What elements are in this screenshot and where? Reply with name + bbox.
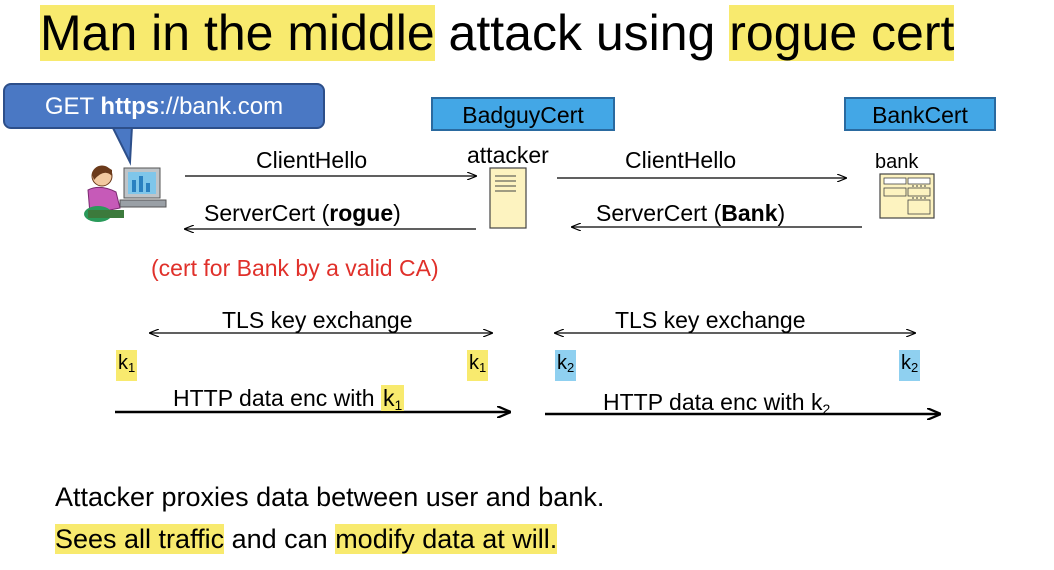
attacker-label: attacker [467, 142, 549, 168]
bank-building-icon [879, 173, 935, 219]
user-icon [84, 165, 167, 222]
speech-bubble: GET https://bank.com [3, 83, 325, 129]
server-cert-left-suffix: ) [393, 200, 401, 226]
server-cert-right-suffix: ) [777, 200, 786, 226]
key-subscript: 2 [911, 360, 919, 375]
key-letter: k [469, 352, 479, 374]
client-hello-right-label: ClientHello [625, 147, 737, 173]
key-k1-user: k1 [116, 350, 138, 381]
bottom-line-2: Sees all traffic and can modify data at … [55, 521, 558, 557]
tls-right-label: TLS key exchange [615, 307, 806, 333]
server-cert-left-label: ServerCert (rogue) [204, 199, 401, 227]
http-right-text: HTTP data enc with k [603, 389, 823, 415]
rogue-cert-note: (cert for Bank by a valid CA) [151, 255, 439, 281]
http-left-label: HTTP data enc with k1 [173, 384, 405, 419]
bank-cert-box: BankCert [844, 97, 996, 131]
bottom-highlight-traffic: Sees all traffic [55, 524, 225, 554]
http-left-text: HTTP data enc with [173, 385, 381, 411]
bottom-middle: and can [224, 524, 336, 554]
bubble-url: ://bank.com [159, 93, 284, 120]
bubble-prefix: GET [44, 93, 101, 120]
bubble-https: https [100, 93, 160, 120]
client-hello-left-label: ClientHello [256, 147, 368, 173]
bank-label: bank [875, 151, 919, 173]
key-k1-attacker: k1 [467, 350, 489, 381]
key-letter: k [382, 385, 395, 411]
key-k2-bank: k2 [899, 350, 921, 381]
key-subscript: 1 [394, 397, 403, 413]
badguy-cert-box: BadguyCert [431, 97, 615, 131]
http-left-key: k1 [380, 385, 405, 413]
key-k2-attacker: k2 [555, 350, 577, 381]
key-letter: k [557, 352, 567, 374]
key-subscript: 1 [479, 360, 487, 375]
attacker-server-icon [489, 167, 527, 229]
server-cert-left-prefix: ServerCert ( [204, 200, 330, 226]
http-right-label: HTTP data enc with k2 [603, 388, 830, 423]
server-cert-left-bold: rogue [329, 200, 394, 226]
speech-bubble-tail [110, 125, 134, 166]
bottom-line-1: Attacker proxies data between user and b… [55, 482, 605, 512]
key-subscript: 1 [128, 360, 136, 375]
key-subscript: 2 [822, 401, 831, 417]
bottom-highlight-modify: modify data at will. [335, 524, 558, 554]
key-letter: k [118, 352, 128, 374]
server-cert-right-label: ServerCert (Bank) [596, 199, 785, 227]
server-cert-right-prefix: ServerCert ( [596, 200, 722, 226]
tls-left-label: TLS key exchange [222, 307, 413, 333]
key-letter: k [901, 352, 911, 374]
server-cert-right-bold: Bank [721, 200, 778, 226]
key-subscript: 2 [567, 360, 575, 375]
